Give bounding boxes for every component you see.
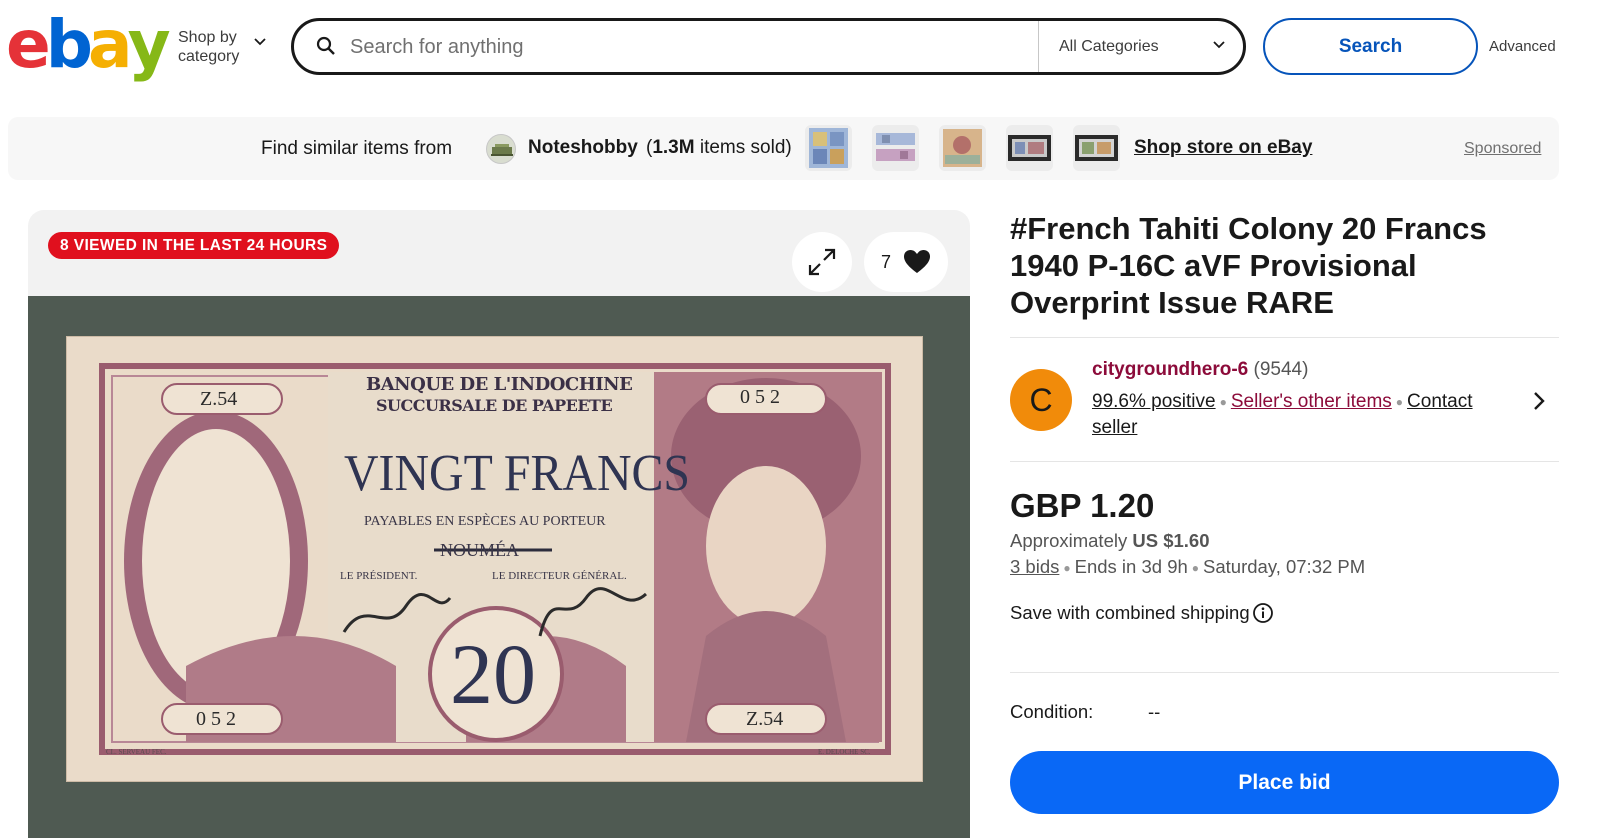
item-main-photo[interactable]: BANQUE DE L'INDOCHINE SUCCURSALE DE PAPE… [28, 296, 970, 838]
shop-by-line1: Shop by [178, 29, 237, 46]
seller-links: 99.6% positive ● Seller's other items ● Cont… [1092, 389, 1512, 441]
sponsored-store-banner: Find similar items from Noteshobby (1.3M… [8, 117, 1559, 180]
seller-other-items-link[interactable]: Seller's other items [1231, 391, 1392, 412]
search-input[interactable] [350, 31, 1030, 63]
item-image-gallery: 8 VIEWED IN THE LAST 24 HOURS 7 BANQUE D… [28, 210, 970, 838]
banknote-serial-right-top: 0 5 2 [740, 386, 780, 408]
separator-dot: ● [1219, 395, 1227, 409]
expand-image-button[interactable] [792, 232, 852, 292]
seller-name-link[interactable]: citygroundhero-6 [1092, 359, 1248, 380]
banknote-engraver-right: E. DELOCHE SC. [818, 748, 871, 756]
chevron-right-icon[interactable] [1532, 390, 1546, 412]
combined-shipping-text: Save with combined shipping [1010, 602, 1250, 623]
banknote-denomination: VINGT FRANCS [344, 445, 691, 502]
banknote-president: LE PRÉSIDENT. [340, 570, 418, 582]
banknote-serial-left-top: Z.54 [200, 388, 238, 410]
heart-icon [904, 250, 930, 273]
divider [1010, 672, 1559, 673]
banknote-director: LE DIRECTEUR GÉNÉRAL. [492, 570, 627, 582]
shop-by-category-button[interactable]: Shop by category [178, 28, 266, 66]
info-icon[interactable] [1252, 602, 1274, 624]
search-bar: All Categories [291, 18, 1246, 75]
seller-positive-link[interactable]: 99.6% positive [1092, 391, 1216, 412]
store-sold-count: (1.3M items sold) [646, 137, 792, 158]
bid-info: 3 bids ● Ends in 3d 9h ● Saturday, 07:32 PM [1010, 556, 1365, 578]
chevron-down-icon [254, 38, 266, 46]
watchlist-button[interactable]: 7 [864, 232, 948, 292]
search-button[interactable]: Search [1263, 18, 1478, 75]
store-logo[interactable] [486, 134, 516, 164]
banner-find-text: Find similar items from [261, 138, 453, 159]
banknote-engraver-left: CL. SERVEAU FEC. [106, 748, 167, 756]
banknote-serial-left-bottom: 0 5 2 [196, 708, 236, 730]
seller-info: citygroundhero-6 (9544) [1092, 359, 1308, 381]
ebay-logo[interactable]: e b a y [6, 6, 171, 83]
banknote-number: 20 [450, 626, 536, 722]
logo-letter-b: b [45, 6, 93, 83]
shop-by-line2: category [178, 48, 240, 65]
watch-count: 7 [880, 251, 891, 272]
viewed-badge: 8 VIEWED IN THE LAST 24 HOURS [48, 232, 340, 259]
divider [1010, 461, 1559, 462]
expand-icon [808, 248, 836, 276]
seller-avatar[interactable]: C [1010, 369, 1072, 431]
divider [1010, 337, 1559, 338]
ends-in: Ends in 3d 9h [1074, 556, 1188, 577]
approx-price: Approximately US $1.60 [1010, 530, 1210, 551]
category-select-value: All Categories [1059, 37, 1159, 55]
category-select[interactable]: All Categories [1038, 21, 1243, 72]
store-item-thumbnail[interactable] [805, 125, 852, 171]
store-item-thumbnails [805, 125, 1120, 171]
store-item-thumbnail[interactable] [1006, 125, 1053, 171]
shop-store-link[interactable]: Shop store on eBay [1134, 137, 1312, 159]
item-title: #French Tahiti Colony 20 Francs 1940 P-1… [1010, 211, 1487, 320]
banknote-crossed-city: NOUMÉA [440, 540, 519, 560]
condition-label: Condition: [1010, 701, 1094, 722]
seller-feedback-count: (9544) [1253, 359, 1309, 380]
combined-shipping: Save with combined shipping [1010, 602, 1274, 624]
search-icon [316, 36, 335, 55]
end-time: Saturday, 07:32 PM [1203, 556, 1366, 577]
sponsored-label[interactable]: Sponsored [1464, 140, 1541, 158]
advanced-search-link[interactable]: Advanced [1489, 38, 1556, 55]
logo-letter-a: a [88, 6, 132, 83]
banknote-bank-line1: BANQUE DE L'INDOCHINE [366, 374, 633, 395]
chevron-down-icon [1213, 41, 1225, 49]
store-item-thumbnail[interactable] [939, 125, 986, 171]
place-bid-button[interactable]: Place bid [1010, 751, 1559, 814]
separator-dot: ● [1395, 395, 1404, 409]
item-price: GBP 1.20 [1010, 487, 1155, 524]
logo-letter-y: y [127, 6, 171, 83]
condition-value: -- [1148, 701, 1161, 722]
banknote-bank-line2: SUCCURSALE DE PAPEETE [376, 396, 613, 415]
logo-letter-e: e [6, 6, 51, 83]
store-name-link[interactable]: Noteshobby [528, 137, 638, 159]
banknote-serial-right-bottom: Z.54 [746, 708, 784, 730]
separator-dot: ● [1063, 561, 1071, 576]
banknote-image: BANQUE DE L'INDOCHINE SUCCURSALE DE PAPE… [66, 336, 923, 782]
bids-link[interactable]: 3 bids [1010, 556, 1059, 577]
store-item-thumbnail[interactable] [872, 125, 919, 171]
separator-dot: ● [1191, 561, 1200, 576]
store-item-thumbnail[interactable] [1073, 125, 1120, 171]
banknote-payable: PAYABLES EN ESPÈCES AU PORTEUR [364, 514, 606, 529]
